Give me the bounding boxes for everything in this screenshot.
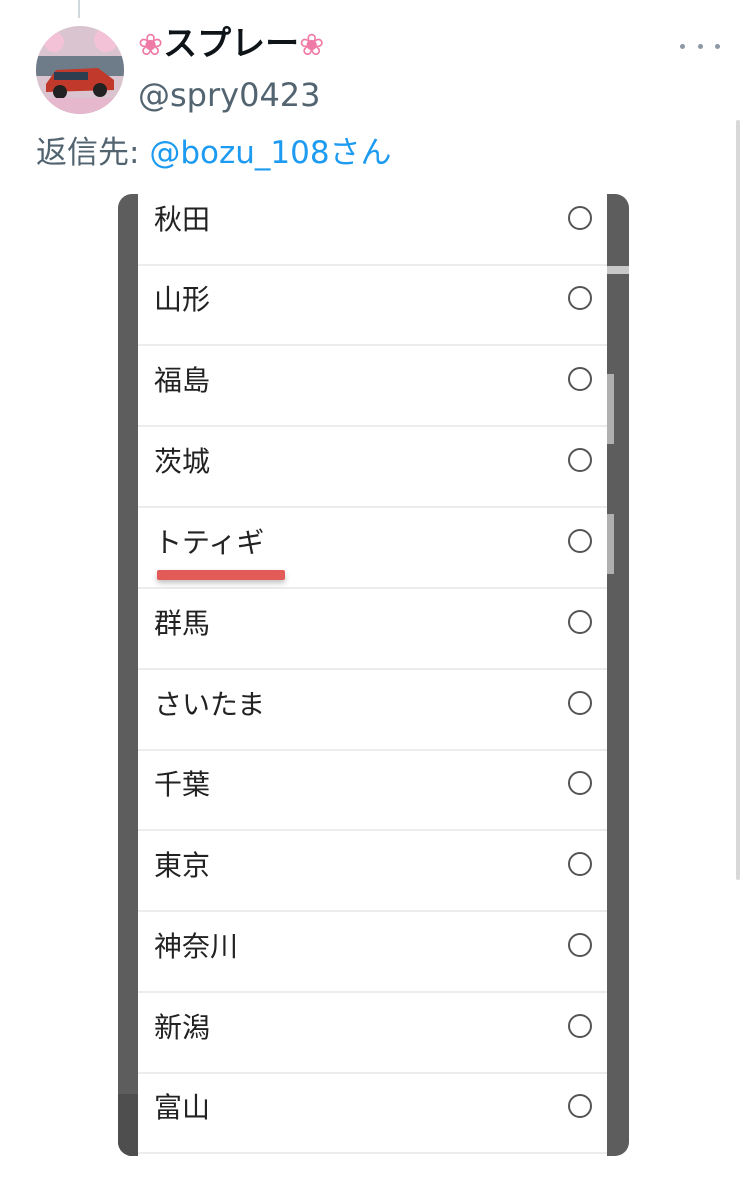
list-item[interactable]: 千葉 [138,751,607,831]
list-item-label: 富山 [154,1091,211,1124]
cherry-blossom-icon: ❀ [138,28,164,63]
list-item-label: トティギ [154,526,265,559]
radio-icon[interactable] [568,529,592,553]
list-item-label: 群馬 [154,607,211,640]
list-item-label: 茨城 [154,445,211,478]
list-item[interactable]: 福島 [138,347,607,427]
list-item[interactable]: 山形 [138,266,607,346]
list-item-label: 東京 [154,849,211,882]
radio-icon[interactable] [568,206,592,230]
background-fragment [606,374,614,444]
display-name-text: スプレー [163,24,300,64]
radio-icon[interactable] [568,933,592,957]
list-item[interactable]: 秋田 [138,194,607,266]
radio-icon[interactable] [568,286,592,310]
list-item[interactable]: 新潟 [138,994,607,1074]
radio-icon[interactable] [568,1014,592,1038]
list-item[interactable]: 東京 [138,832,607,912]
list-item-label: 福島 [154,364,211,397]
avatar[interactable] [36,26,124,114]
more-icon[interactable] [680,34,720,58]
list-item[interactable]: 富山 [138,1074,607,1154]
radio-icon[interactable] [568,367,592,391]
radio-icon[interactable] [568,691,592,715]
cherry-blossom-icon: ❀ [299,28,325,63]
list-item-label: さいたま [154,688,266,721]
reply-mention-link[interactable]: @bozu_108さん [149,135,391,171]
thread-line [78,0,80,18]
list-item-label: 新潟 [154,1011,211,1044]
radio-icon[interactable] [568,1094,592,1118]
list-item[interactable]: 群馬 [138,590,607,670]
list-item-label: 神奈川 [154,930,239,963]
radio-icon[interactable] [568,852,592,876]
prefecture-list: 秋田 山形 福島 茨城 トティギ 群馬 さいたま 千葉 東京 神奈川 新潟 富山 [138,194,607,1156]
radio-icon[interactable] [568,771,592,795]
radio-icon[interactable] [568,610,592,634]
attached-screenshot[interactable]: 秋田 山形 福島 茨城 トティギ 群馬 さいたま 千葉 東京 神奈川 新潟 富山 [118,194,629,1156]
radio-icon[interactable] [568,448,592,472]
reply-prefix: 返信先: [36,135,150,171]
reply-to: 返信先: @bozu_108さん [36,132,392,174]
list-item[interactable]: 神奈川 [138,913,607,993]
display-name[interactable]: ❀スプレー❀ [138,22,324,68]
user-handle[interactable]: @spry0423 [138,74,321,116]
list-item-label: 秋田 [154,203,211,236]
list-item[interactable]: さいたま [138,671,607,751]
underline-highlight [157,570,285,580]
list-item[interactable]: 茨城 [138,428,607,508]
list-item-label: 山形 [154,283,211,316]
background-fragment [606,266,629,274]
page-scrollbar[interactable] [736,120,740,880]
list-item-label: 千葉 [154,768,211,801]
background-fragment [606,514,614,574]
background-fragment [118,1094,138,1156]
